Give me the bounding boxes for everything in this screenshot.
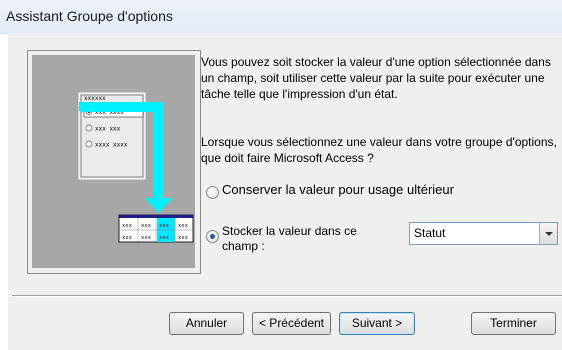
illus-cell: xxx	[141, 235, 152, 241]
keep-value-radio[interactable]	[206, 186, 219, 199]
field-combo-value: Statut	[414, 226, 446, 240]
illus-option-3: xxxx xxxx	[95, 142, 128, 149]
illus-radio-3	[85, 140, 93, 148]
illus-group-label: xxxxxx	[84, 95, 106, 102]
illus-cell: xxx	[122, 223, 133, 229]
illus-cell: xxx	[159, 223, 170, 229]
illus-cell: xxx	[141, 223, 152, 229]
finish-button[interactable]: Terminer	[471, 312, 556, 335]
keep-value-label[interactable]: Conserver la valeur pour usage ultérieur	[222, 182, 454, 198]
window-title: Assistant Groupe d'options	[6, 8, 173, 24]
illustration-panel: xxxxxx xxx xxxx xxx xxx xxxx xxxx xxx xx…	[32, 55, 195, 268]
illus-cell: xxx	[159, 235, 170, 241]
illus-table-header	[119, 215, 193, 218]
illustration-frame: xxxxxx xxx xxxx xxx xxx xxxx xxxx xxx xx…	[27, 50, 201, 274]
separator-line	[12, 295, 562, 297]
title-bar: Assistant Groupe d'options	[0, 0, 562, 34]
illus-cell: xxx	[178, 223, 189, 229]
question-text: Lorsque vous sélectionnez une valeur dan…	[201, 135, 557, 165]
wizard-body: xxxxxx xxx xxxx xxx xxx xxxx xxxx xxx xx…	[8, 33, 562, 350]
option-group-illustration: xxxxxx xxx xxxx xxx xxx xxxx xxxx xxx xx…	[78, 92, 194, 243]
field-combo-box[interactable]: Statut	[409, 222, 558, 245]
store-value-radio[interactable]	[206, 230, 219, 243]
previous-button[interactable]: < Précédent	[252, 312, 331, 335]
illus-cell: xxx	[178, 235, 189, 241]
next-button[interactable]: Suivant >	[339, 312, 415, 335]
illus-cell: xxx	[122, 235, 133, 241]
illus-radio-2	[85, 124, 93, 132]
illus-option-2: xxx xxx	[95, 126, 121, 133]
description-text: Vous pouvez soit stocker la valeur d'une…	[201, 55, 551, 101]
cancel-button[interactable]: Annuler	[169, 312, 244, 335]
chevron-down-icon[interactable]	[539, 223, 557, 244]
store-value-label[interactable]: Stocker la valeur dans ce champ :	[222, 224, 382, 254]
